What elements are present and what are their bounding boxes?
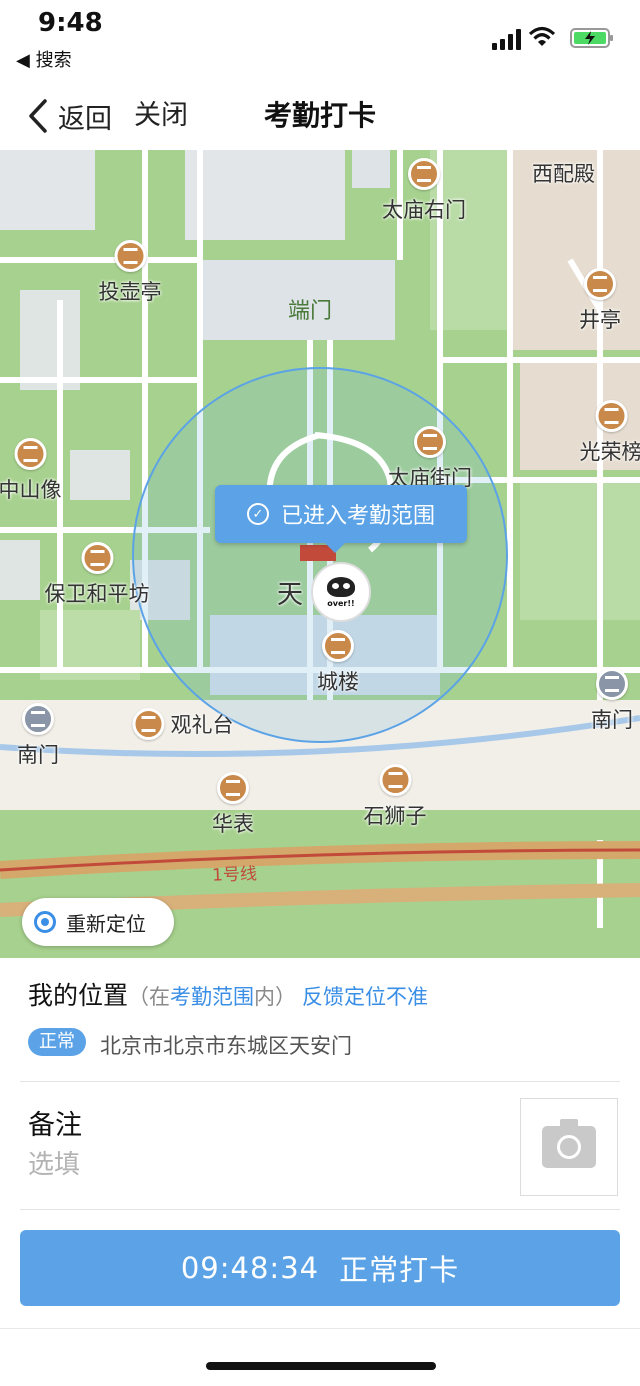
landmark-icon	[81, 542, 113, 574]
status-time: 9:48	[38, 8, 103, 38]
my-location-row: 我的位置（在考勤范围内） 反馈定位不准	[28, 976, 428, 1012]
poi-label: 南门	[591, 708, 633, 732]
poi-label-xipeidian: 西配殿	[532, 162, 595, 186]
remark-input[interactable]: 选填	[28, 1144, 80, 1181]
poi-label: 南门	[17, 743, 59, 767]
poi-guangrong[interactable]: 光荣榜	[580, 400, 640, 466]
poi-zhongshanxiang[interactable]: 中山像	[0, 438, 62, 504]
landmark-icon	[379, 764, 411, 796]
in-range-tooltip: ✓ 已进入考勤范围	[215, 485, 467, 553]
poi-jingting[interactable]: 井亭	[579, 268, 621, 334]
punch-label: 正常打卡	[339, 1253, 460, 1287]
punch-in-button[interactable]: 09:48:34 正常打卡	[20, 1230, 620, 1306]
poi-baowei-hepingfang[interactable]: 保卫和平坊	[45, 542, 150, 608]
range-suffix: 内）	[254, 985, 297, 1009]
landmark-icon	[595, 400, 627, 432]
metro-exit-icon	[596, 668, 628, 700]
status-icons	[484, 26, 614, 52]
status-badge: 正常	[28, 1028, 86, 1056]
my-location-title: 我的位置	[28, 981, 129, 1010]
divider	[20, 1081, 620, 1082]
relocate-label: 重新定位	[66, 911, 146, 936]
home-indicator[interactable]	[206, 1362, 436, 1370]
range-prefix: （在	[128, 985, 171, 1009]
feedback-location-link[interactable]: 反馈定位不准	[302, 985, 428, 1009]
range-tip-text: 已进入考勤范围	[280, 504, 435, 529]
back-to-app-link[interactable]: ◀ 搜索	[16, 46, 72, 72]
range-status: （在考勤范围内）	[128, 985, 296, 1009]
poi-shizi[interactable]: 石狮子	[364, 764, 427, 830]
avatar-caption: over!!	[327, 598, 355, 608]
poi-label: 光荣榜	[579, 440, 640, 464]
landmark-icon	[14, 438, 46, 470]
camera-icon	[542, 1119, 596, 1168]
poi-label: 观礼台	[170, 713, 234, 737]
metro-exit-icon	[22, 703, 54, 735]
poi-guanlitai[interactable]: 观礼台	[132, 708, 234, 740]
poi-label-tian: 天	[277, 580, 304, 610]
poi-taimiao-youmen[interactable]: 太庙右门	[382, 158, 466, 224]
locate-icon	[34, 911, 56, 933]
landmark-icon	[114, 240, 146, 272]
battery-icon	[570, 28, 613, 48]
poi-label: 城楼	[317, 670, 359, 694]
poi-huabiao[interactable]: 华表	[212, 772, 254, 838]
range-text: 考勤范围	[170, 985, 255, 1009]
landmark-icon	[414, 426, 446, 458]
divider	[20, 1209, 620, 1210]
status-bar: 9:48 ◀ 搜索	[0, 0, 640, 80]
landmark-icon	[132, 708, 165, 740]
divider	[0, 1328, 640, 1329]
check-circle-icon: ✓	[246, 503, 269, 525]
address-text: 北京市北京市东城区天安门	[100, 1034, 352, 1058]
punch-time: 09:48:34	[180, 1251, 320, 1285]
landmark-icon	[584, 268, 616, 300]
poi-nanmen-right[interactable]: 南门	[591, 668, 633, 734]
poi-label: 井亭	[579, 308, 621, 332]
poi-label: 保卫和平坊	[44, 582, 150, 606]
poi-taimiao-jiemen[interactable]: 太庙街门	[388, 426, 472, 492]
landmark-icon	[408, 158, 440, 190]
page-title: 考勤打卡	[263, 99, 376, 132]
poi-chenglou[interactable]: 城楼	[317, 630, 359, 696]
poi-label: 太庙右门	[382, 198, 466, 222]
user-location-avatar[interactable]: over!!	[311, 562, 371, 622]
nav-bar: 返回 关闭 考勤打卡	[0, 80, 640, 150]
poi-label: 中山像	[0, 478, 62, 502]
poi-label: 华表	[212, 812, 254, 836]
poi-label: 石狮子	[363, 804, 427, 828]
landmark-icon	[322, 630, 354, 662]
wifi-icon	[528, 26, 556, 46]
remark-title: 备注	[28, 1110, 82, 1141]
signal-icon	[492, 28, 522, 50]
add-photo-button[interactable]	[520, 1098, 618, 1196]
poi-nanmen-left[interactable]: 南门	[17, 703, 59, 769]
metro-line-label: 1号线	[211, 864, 258, 886]
avatar	[327, 576, 355, 597]
map-view[interactable]: 太庙右门 西配殿 投壶亭 端门 井亭 光荣榜 太庙街门 中山像 保卫和平坊 天 …	[0, 150, 640, 958]
area-label-duanmen: 端门	[288, 299, 333, 324]
poi-touhuting[interactable]: 投壶亭	[99, 240, 162, 306]
poi-label: 投壶亭	[98, 280, 162, 304]
relocate-button[interactable]: 重新定位	[22, 898, 174, 946]
landmark-icon	[217, 772, 249, 804]
